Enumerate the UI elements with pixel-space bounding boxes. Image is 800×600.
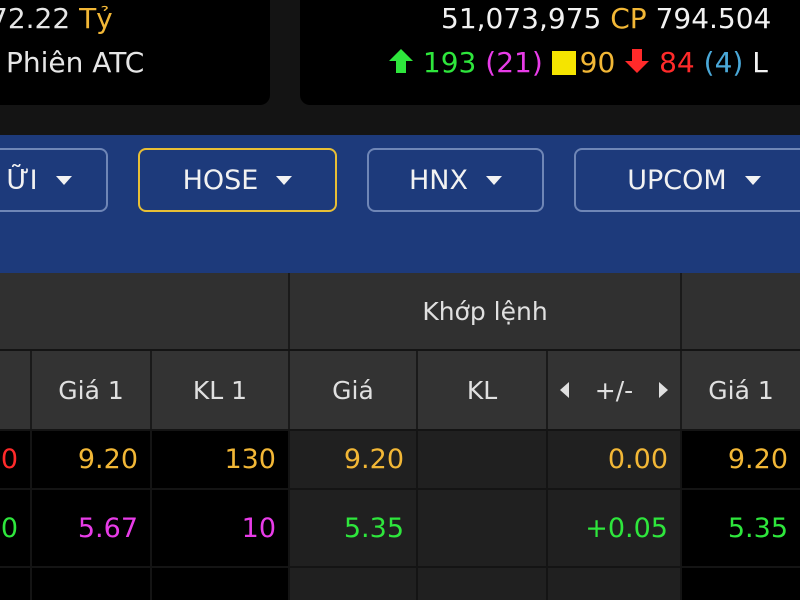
cell-match-price: 5.35 bbox=[290, 490, 416, 566]
table-row-partial bbox=[152, 568, 288, 600]
hnx-dropdown[interactable]: HNX bbox=[367, 148, 544, 212]
cell-bid-price-1: 9.20 bbox=[32, 431, 150, 488]
cell-change: 0.00 bbox=[548, 431, 680, 488]
market-breadth-panel: 51,073,975 CP 794.504 193 (21) 90 84 (4)… bbox=[300, 0, 800, 105]
watchlist-dropdown[interactable]: ỮI bbox=[0, 148, 108, 212]
volume-line: 51,073,975 CP 794.504 bbox=[441, 2, 771, 35]
scroll-left-icon[interactable] bbox=[560, 382, 569, 398]
col-change-label: +/- bbox=[594, 375, 634, 405]
cp-label: CP bbox=[610, 2, 647, 35]
breadth-line: 193 (21) 90 84 (4) L bbox=[388, 46, 768, 81]
cell-match-volume bbox=[418, 431, 546, 488]
scroll-right-icon[interactable] bbox=[659, 382, 668, 398]
divider bbox=[680, 273, 682, 349]
traded-value-unit: Tỷ bbox=[79, 2, 113, 35]
cell-prev: 0 bbox=[0, 490, 30, 566]
ceiling-count: (21) bbox=[485, 46, 543, 79]
unchanged-count: 90 bbox=[579, 46, 616, 79]
trailing-label: L bbox=[752, 46, 768, 79]
table-row-partial bbox=[32, 568, 150, 600]
col-ask-price-1[interactable]: Giá 1 bbox=[682, 351, 800, 429]
table-row-partial bbox=[418, 568, 546, 600]
arrow-down-icon bbox=[624, 48, 650, 81]
cell-bid-volume-1: 130 bbox=[152, 431, 288, 488]
hnx-dropdown-label: HNX bbox=[409, 164, 468, 196]
hose-dropdown[interactable]: HOSE bbox=[138, 148, 337, 212]
chevron-down-icon bbox=[276, 175, 293, 185]
cell-bid-price-1: 5.67 bbox=[32, 490, 150, 566]
table-row-partial bbox=[682, 568, 800, 600]
session-label: Phiên ATC bbox=[6, 46, 145, 79]
chevron-down-icon bbox=[744, 175, 761, 185]
table-row-partial bbox=[0, 568, 30, 600]
hose-dropdown-label: HOSE bbox=[182, 164, 259, 196]
chevron-down-icon bbox=[55, 175, 72, 185]
col-bid-volume-1[interactable]: KL 1 bbox=[152, 351, 288, 429]
total-value: 794.504 bbox=[655, 2, 772, 35]
cell-match-price: 9.20 bbox=[290, 431, 416, 488]
total-volume: 51,073,975 bbox=[441, 2, 602, 35]
table-row-partial bbox=[290, 568, 416, 600]
chevron-down-icon bbox=[486, 175, 502, 185]
cell-match-volume bbox=[418, 490, 546, 566]
cell-ask-price-1: 5.35 bbox=[682, 490, 800, 566]
floor-count: (4) bbox=[703, 46, 744, 79]
upcom-dropdown[interactable]: UPCOM bbox=[574, 148, 800, 212]
cell-ask-price-1: 9.20 bbox=[682, 431, 800, 488]
col-bid-price-1[interactable]: Giá 1 bbox=[32, 351, 150, 429]
table-row-partial bbox=[548, 568, 680, 600]
decliners-count: 84 bbox=[659, 46, 695, 79]
cell-bid-volume-1: 10 bbox=[152, 490, 288, 566]
col-match-volume[interactable]: KL bbox=[418, 351, 546, 429]
col-match-price[interactable]: Giá bbox=[290, 351, 416, 429]
square-icon bbox=[551, 51, 576, 75]
session-value-panel: 72.22 Tỷ Phiên ATC bbox=[0, 0, 270, 105]
matched-order-header: Khớp lệnh bbox=[422, 296, 548, 326]
traded-value-number: 72.22 bbox=[0, 2, 71, 35]
traded-value: 72.22 Tỷ bbox=[0, 2, 113, 35]
upcom-dropdown-label: UPCOM bbox=[627, 164, 727, 196]
col-change[interactable]: +/- bbox=[548, 351, 680, 429]
cell-prev: 0 bbox=[0, 431, 30, 488]
advancers-count: 193 bbox=[422, 46, 477, 79]
cell-change: +0.05 bbox=[548, 490, 680, 566]
arrow-up-icon bbox=[388, 48, 414, 81]
watchlist-dropdown-label: ỮI bbox=[6, 164, 38, 196]
